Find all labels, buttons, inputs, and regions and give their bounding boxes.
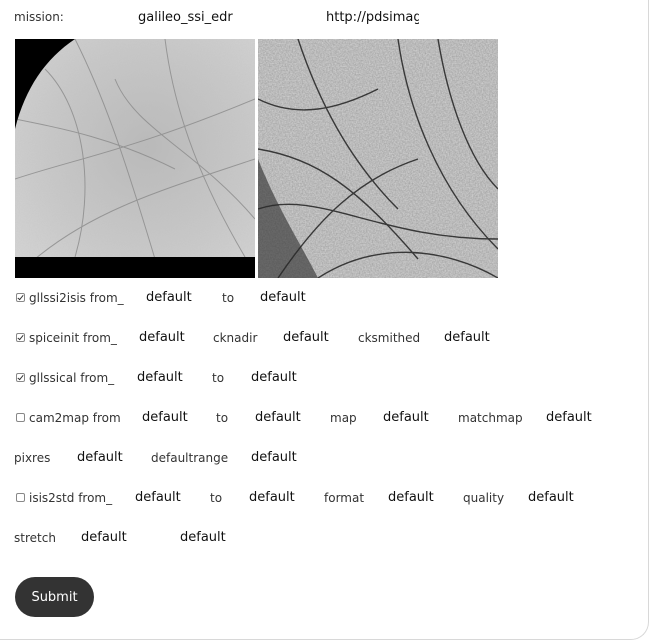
gllssi2isis-to-field[interactable]: default xyxy=(260,289,306,307)
cam2map-row: cam2map from default to default map defa… xyxy=(14,409,644,427)
gllssi2isis-from-field[interactable]: default xyxy=(146,289,192,307)
mission-url[interactable]: http://pdsimage xyxy=(326,10,419,25)
isis2std-stretch-label: stretch xyxy=(14,531,56,545)
isis2std-to-field[interactable]: default xyxy=(249,489,295,507)
cam2map-pixres-field[interactable]: default xyxy=(77,449,123,467)
spiceinit-cksmithed-label: cksmithed xyxy=(358,331,421,345)
cam2map-defaultrange-label: defaultrange xyxy=(151,451,229,465)
spiceinit-row: spiceinit from_ default cknadir default … xyxy=(14,329,644,347)
spiceinit-cknadir-field[interactable]: default xyxy=(283,329,329,347)
isis2std-row-2: stretch default default xyxy=(14,529,644,547)
cam2map-map-field[interactable]: default xyxy=(383,409,429,427)
cam2map-label: cam2map from xyxy=(29,411,121,425)
isis2std-format-label: format xyxy=(324,491,365,505)
gllssical-to-field[interactable]: default xyxy=(251,369,297,387)
spiceinit-label: spiceinit from_ xyxy=(29,331,117,345)
mission-value: galileo_ssi_edr xyxy=(138,10,233,25)
cam2map-matchmap-label: matchmap xyxy=(458,411,523,425)
cam2map-to-label: to xyxy=(216,411,229,425)
submit-button[interactable]: Submit xyxy=(15,577,94,617)
processed-image-preview xyxy=(258,39,498,278)
gllssi2isis-label: gllssi2isis from_ xyxy=(29,291,124,305)
isis2std-from-field[interactable]: default xyxy=(135,489,181,507)
isis2std-quality-label: quality xyxy=(463,491,505,505)
isis2std-label: isis2std from_ xyxy=(29,491,113,505)
mission-label: mission: xyxy=(14,10,64,24)
isis2std-quality-field[interactable]: default xyxy=(528,489,574,507)
gllssical-label: gllssical from_ xyxy=(29,371,115,385)
cam2map-matchmap-field[interactable]: default xyxy=(546,409,592,427)
isis2std-checkbox[interactable] xyxy=(16,493,25,502)
gllssi2isis-row: gllssi2isis from_ default to default xyxy=(14,289,644,307)
spiceinit-cksmithed-field[interactable]: default xyxy=(444,329,490,347)
gllssical-row: gllssical from_ default to default xyxy=(14,369,644,387)
isis2std-stretch-extra-field[interactable]: default xyxy=(180,529,226,547)
raw-image-preview xyxy=(15,39,255,278)
isis2std-format-field[interactable]: default xyxy=(388,489,434,507)
cam2map-pixres-label: pixres xyxy=(14,451,51,465)
spiceinit-from-field[interactable]: default xyxy=(139,329,185,347)
gllssi2isis-to-label: to xyxy=(222,291,235,305)
gllssical-from-field[interactable]: default xyxy=(137,369,183,387)
spiceinit-cknadir-label: cknadir xyxy=(213,331,258,345)
cam2map-from-field[interactable]: default xyxy=(142,409,188,427)
cam2map-to-field[interactable]: default xyxy=(255,409,301,427)
cam2map-row-2: pixres default defaultrange default xyxy=(14,449,644,467)
cam2map-map-label: map xyxy=(330,411,357,425)
gllssical-checkbox[interactable] xyxy=(16,373,25,382)
cam2map-defaultrange-field[interactable]: default xyxy=(251,449,297,467)
gllssi2isis-checkbox[interactable] xyxy=(16,293,25,302)
cam2map-checkbox[interactable] xyxy=(16,413,25,422)
isis2std-stretch-field[interactable]: default xyxy=(81,529,127,547)
mission-row: mission: galileo_ssi_edr http://pdsimage xyxy=(14,10,634,28)
spiceinit-checkbox[interactable] xyxy=(16,333,25,342)
isis2std-row: isis2std from_ default to default format… xyxy=(14,489,644,507)
gllssical-to-label: to xyxy=(212,371,225,385)
isis2std-to-label: to xyxy=(210,491,223,505)
